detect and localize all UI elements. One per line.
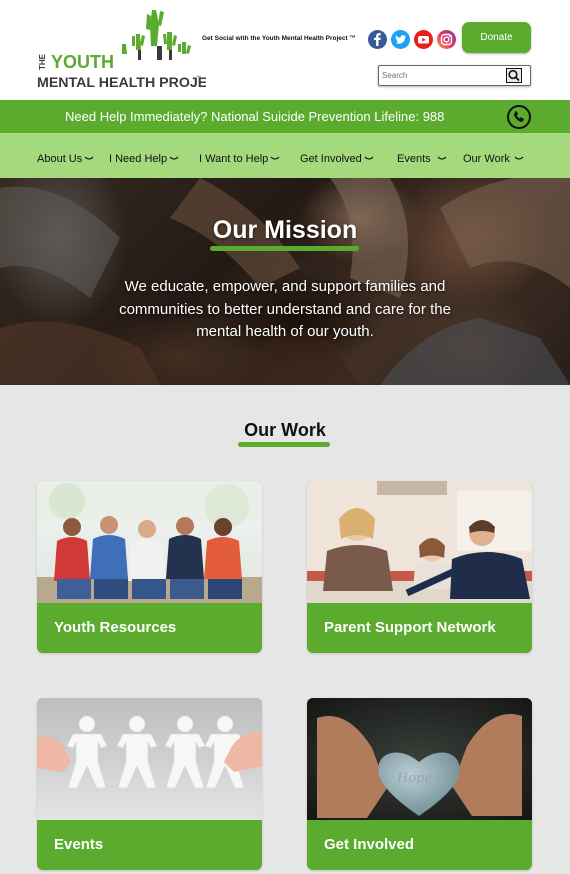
site-logo[interactable]: THE YOUTH MENTAL HEALTH PROJECT ™ <box>36 8 206 92</box>
social-icons <box>368 30 456 49</box>
facebook-icon[interactable] <box>368 30 387 49</box>
main-nav: About Us I Need Help I Want to Help Get … <box>0 133 570 178</box>
paper-chain-photo <box>37 698 262 820</box>
nav-item-get-involved[interactable]: Get Involved <box>300 153 374 165</box>
card-label: Events <box>54 836 104 853</box>
chevron-down-icon <box>437 156 447 160</box>
nav-item-label: I Need Help <box>109 153 168 165</box>
card-label: Parent Support Network <box>324 619 496 636</box>
lifeline-text: Need Help Immediately? National Suicide … <box>65 109 445 124</box>
mission-hero: Our Mission We educate, empower, and sup… <box>0 178 570 385</box>
hero-title-underline <box>210 246 359 251</box>
chevron-down-icon <box>169 156 179 160</box>
search-button[interactable] <box>506 68 522 83</box>
nav-item-label: Events <box>397 153 431 165</box>
phone-call-button[interactable] <box>507 105 531 129</box>
chevron-down-icon <box>364 156 374 160</box>
hero-text: We educate, empower, and support familie… <box>119 278 451 340</box>
youth-group-photo <box>37 481 262 603</box>
site-header: THE YOUTH MENTAL HEALTH PROJECT ™ Get So… <box>0 0 570 100</box>
card-get-involved[interactable]: Hope Get Involved <box>307 698 532 870</box>
our-work-title: Our Work <box>244 420 326 440</box>
logo-the-text: THE <box>38 53 47 70</box>
card-label: Get Involved <box>324 836 415 853</box>
nav-item-our-work[interactable]: Our Work <box>463 153 524 165</box>
hope-stone-photo: Hope <box>307 698 532 820</box>
card-youth-resources[interactable]: Youth Resources <box>37 481 262 653</box>
chevron-down-icon <box>84 156 94 160</box>
instagram-icon[interactable] <box>437 30 456 49</box>
our-work-underline <box>238 442 330 447</box>
nav-item-label: Get Involved <box>300 153 362 165</box>
logo-youth-text: YOUTH <box>51 52 114 72</box>
nav-item-about-us[interactable]: About Us <box>37 153 94 165</box>
card-label: Youth Resources <box>54 619 177 636</box>
social-tagline: Get Social with the Youth Mental Health … <box>202 35 356 42</box>
chevron-down-icon <box>270 156 280 160</box>
family-photo <box>307 481 532 603</box>
search-box <box>378 65 531 86</box>
nav-item-label: Our Work <box>463 153 510 165</box>
lifeline-banner: Need Help Immediately? National Suicide … <box>0 100 570 133</box>
search-input[interactable] <box>382 68 502 83</box>
donate-button[interactable]: Donate <box>462 22 531 53</box>
youtube-icon[interactable] <box>414 30 433 49</box>
hero-title: Our Mission <box>212 216 358 244</box>
phone-icon <box>514 111 524 122</box>
nav-item-i-need-help[interactable]: I Need Help <box>109 153 179 165</box>
svg-text:Hope: Hope <box>396 771 432 786</box>
nav-item-events[interactable]: Events <box>397 153 447 165</box>
nav-item-label: I Want to Help <box>199 153 269 165</box>
card-parent-support-network[interactable]: Parent Support Network <box>307 481 532 653</box>
nav-item-i-want-to-help[interactable]: I Want to Help <box>199 153 280 165</box>
card-events[interactable]: Events <box>37 698 262 870</box>
logo-mhp-text: MENTAL HEALTH PROJECT <box>37 75 206 91</box>
logo-tm-text: ™ <box>196 75 201 81</box>
search-icon <box>508 69 520 82</box>
chevron-down-icon <box>514 156 524 160</box>
twitter-icon[interactable] <box>391 30 410 49</box>
nav-item-label: About Us <box>37 153 83 165</box>
